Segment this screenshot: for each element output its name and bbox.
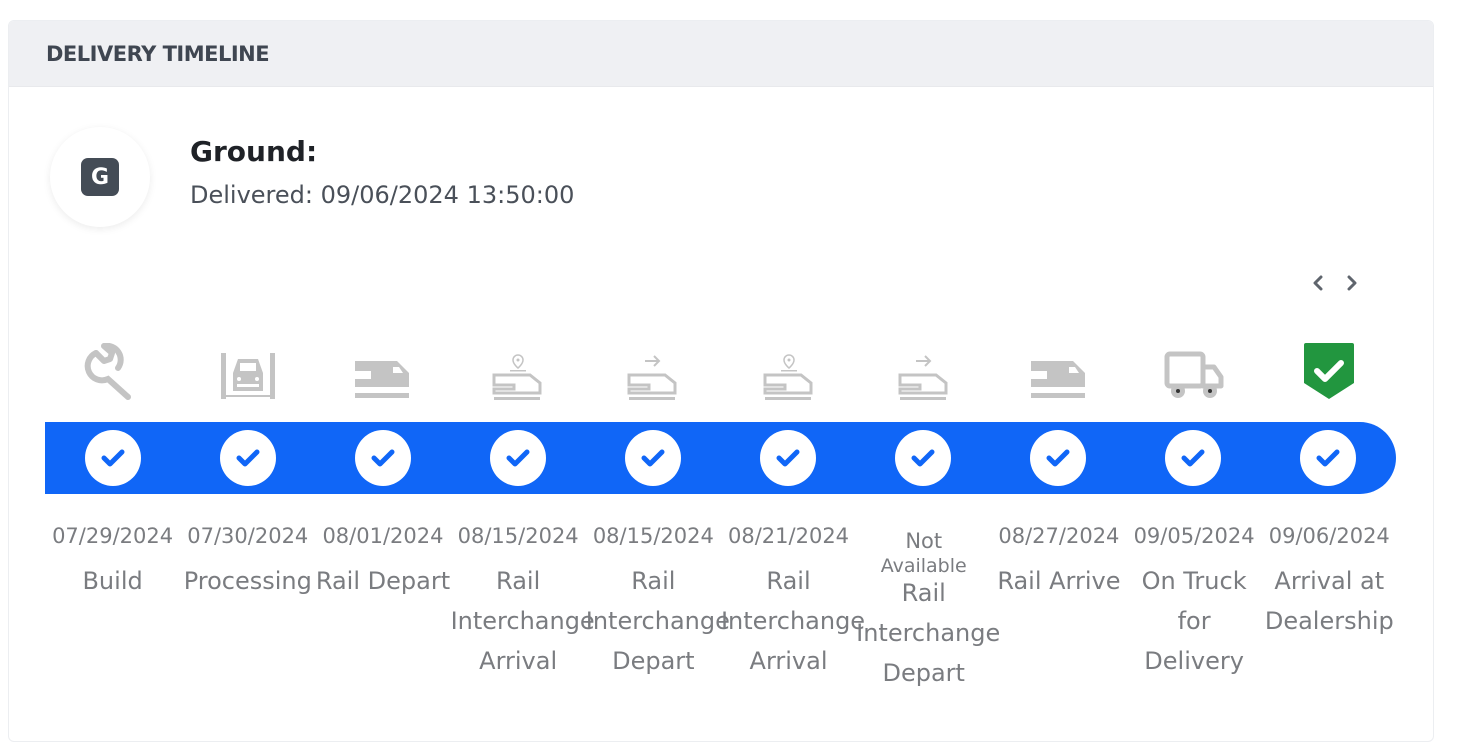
check-icon	[354, 430, 411, 486]
step-name: Rail Interchange Depart	[856, 579, 1001, 687]
timeline-step: 08/15/2024 Rail Interchange Arrival	[450, 521, 595, 693]
step-name: Rail Arrive	[997, 567, 1121, 595]
step-labels-row: 07/29/2024 Build 07/30/2024 Processing 08/01…	[45, 521, 1397, 693]
step-date: 08/21/2024	[728, 524, 850, 548]
step-date: 09/05/2024	[1133, 524, 1255, 548]
step-status	[180, 422, 315, 494]
step-date: 08/15/2024	[592, 524, 714, 548]
timeline-step: 08/21/2024 Rail Interchange Arrival	[720, 521, 866, 693]
step-name: Rail Interchange Depart	[585, 567, 730, 675]
check-icon	[895, 430, 952, 486]
timeline-step: Not Available Rail Interchange Depart	[856, 521, 1001, 693]
step-status	[585, 422, 720, 494]
step-date: 08/01/2024	[322, 524, 444, 548]
step-date: 08/15/2024	[457, 524, 579, 548]
train-arrow-icon	[856, 339, 991, 401]
timeline-step: 09/05/2024 On Truck for Delivery	[1127, 521, 1262, 693]
step-date: 07/29/2024	[52, 524, 174, 548]
step-status	[450, 422, 585, 494]
transport-mode-title: Ground:	[190, 135, 318, 168]
step-date: 07/30/2024	[187, 524, 309, 548]
check-icon	[1300, 430, 1357, 486]
timeline-step: 07/29/2024 Build	[45, 521, 180, 693]
shield-check-icon	[1262, 339, 1397, 401]
check-icon	[219, 430, 276, 486]
step-icons-row	[45, 339, 1397, 401]
step-date-line: Not	[905, 529, 943, 553]
truck-icon	[1127, 339, 1262, 401]
step-name: Processing	[183, 567, 312, 595]
check-icon	[489, 430, 546, 486]
step-status	[315, 422, 450, 494]
step-name: Arrival at Dealership	[1264, 567, 1394, 635]
progress-bar	[45, 422, 1396, 494]
transport-mode-avatar: G	[50, 127, 150, 227]
timeline-step: 08/15/2024 Rail Interchange Depart	[585, 521, 730, 693]
timeline-step: 09/06/2024 Arrival at Dealership	[1262, 521, 1397, 693]
check-icon	[624, 430, 681, 486]
card-title: DELIVERY TIMELINE	[46, 41, 270, 66]
timeline-step: 08/27/2024 Rail Arrive	[991, 521, 1126, 693]
train-arrow-icon	[586, 339, 721, 401]
step-date: 08/27/2024	[998, 524, 1120, 548]
check-icon	[1165, 430, 1222, 486]
train-icon	[315, 339, 450, 401]
ground-mode-icon: G	[81, 158, 119, 196]
step-name: On Truck for Delivery	[1141, 567, 1247, 675]
delivery-timeline-card: DELIVERY TIMELINE G Ground: Delivered: 0…	[8, 20, 1434, 742]
step-status	[720, 422, 855, 494]
check-icon	[760, 430, 817, 486]
step-status	[1261, 422, 1396, 494]
check-icon	[1030, 430, 1087, 486]
chevron-right-icon[interactable]	[1343, 271, 1361, 295]
train-location-pin-icon	[721, 339, 856, 401]
step-status	[1126, 422, 1261, 494]
step-name: Build	[82, 567, 143, 595]
step-status	[856, 422, 991, 494]
timeline-nav	[1309, 271, 1361, 295]
chevron-left-icon[interactable]	[1309, 271, 1327, 295]
check-icon	[84, 430, 141, 486]
train-icon	[991, 339, 1126, 401]
step-name: Rail Depart	[315, 567, 451, 595]
step-status	[45, 422, 180, 494]
timeline-step: 08/01/2024 Rail Depart	[315, 521, 450, 693]
card-header: DELIVERY TIMELINE	[9, 21, 1433, 87]
step-name: Rail Interchange Arrival	[720, 567, 866, 675]
timeline-step: 07/30/2024 Processing	[180, 521, 315, 693]
car-lift-icon	[180, 339, 315, 401]
step-date: Not Available	[848, 521, 999, 576]
delivery-status: Delivered: 09/06/2024 13:50:00	[190, 181, 575, 209]
step-status	[991, 422, 1126, 494]
step-name: Rail Interchange Arrival	[450, 567, 595, 675]
wrench-icon	[45, 339, 180, 401]
step-date: 09/06/2024	[1268, 524, 1390, 548]
train-location-pin-icon	[451, 339, 586, 401]
